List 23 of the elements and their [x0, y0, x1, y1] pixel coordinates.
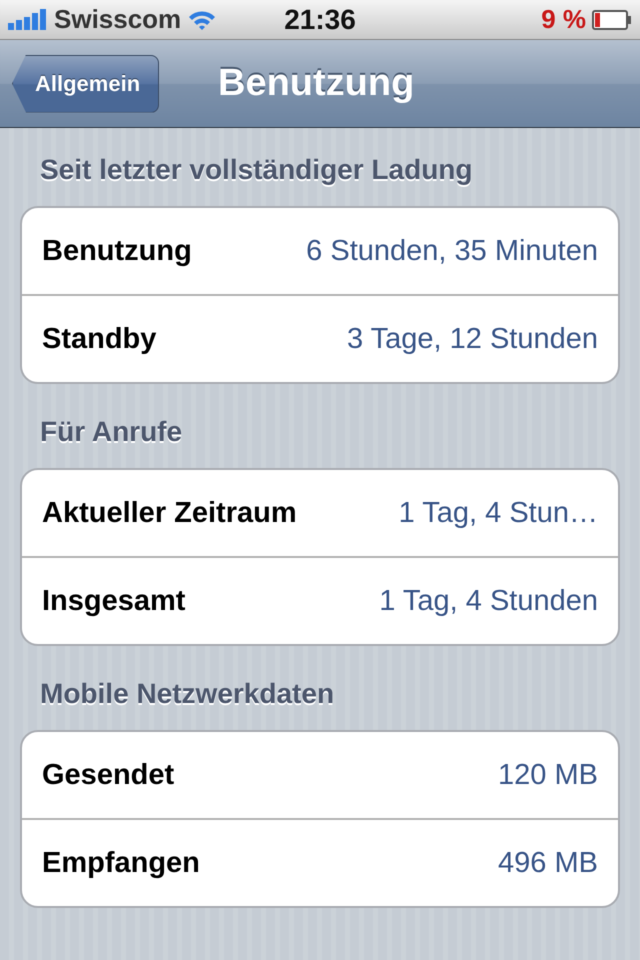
back-button[interactable]: Allgemein	[12, 54, 160, 112]
row-value: 1 Tag, 4 Stun…	[398, 496, 598, 530]
wifi-icon	[187, 8, 218, 30]
clock-time: 21:36	[284, 4, 356, 36]
signal-icon	[8, 8, 48, 30]
section-header: Mobile Netzwerkdaten	[39, 677, 336, 711]
section-header: Für Anrufe	[39, 415, 184, 449]
row-value: 120 MB	[498, 758, 598, 792]
battery-icon	[592, 8, 632, 30]
row-label: Insgesamt	[42, 584, 186, 618]
section-header: Seit letzter vollständiger Ladung	[39, 153, 474, 187]
row-label: Gesendet	[42, 758, 174, 792]
row-label: Aktueller Zeitraum	[42, 496, 297, 530]
carrier-name: Swisscom	[54, 4, 182, 35]
row-value: 3 Tage, 12 Stunden	[346, 322, 598, 356]
page-title: Benutzung	[218, 62, 414, 105]
row-label: Empfangen	[42, 846, 200, 880]
row-value: 496 MB	[498, 846, 598, 880]
battery-percent: 9 %	[541, 4, 586, 35]
row-value: 1 Tag, 4 Stunden	[379, 584, 598, 618]
row-label: Standby	[42, 322, 156, 356]
row-label: Benutzung	[42, 234, 192, 268]
row-value: 6 Stunden, 35 Minuten	[306, 234, 598, 268]
